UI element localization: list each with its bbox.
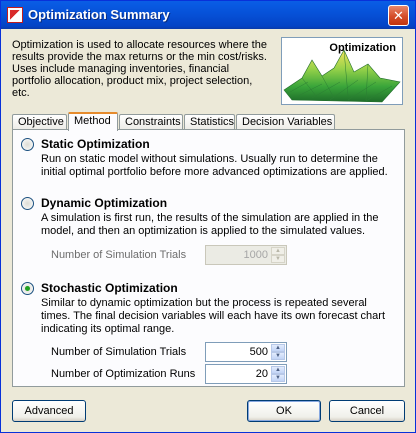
optimization-runs-down-icon[interactable]: ▼ xyxy=(271,374,285,382)
optimization-runs-label: Number of Optimization Runs xyxy=(51,368,196,380)
tab-statistics[interactable]: Statistics xyxy=(184,114,235,130)
optimization-runs-stepper[interactable]: 20 ▲ ▼ xyxy=(205,364,287,384)
dynamic-optimization-description: A simulation is first run, the results o… xyxy=(41,212,379,237)
optimization-preview-image: Optimization xyxy=(281,37,403,105)
stochastic-optimization-description: Similar to dynamic optimization but the … xyxy=(41,297,386,335)
title-bar[interactable]: Optimization Summary ✕ xyxy=(1,1,415,29)
method-tab-panel: Static Optimization Run on static model … xyxy=(12,129,405,387)
static-optimization-radio[interactable] xyxy=(21,138,34,151)
tab-constraints[interactable]: Constraints xyxy=(119,114,183,130)
static-optimization-description: Run on static model without simulations.… xyxy=(41,153,388,178)
stochastic-trials-stepper[interactable]: 500 ▲ ▼ xyxy=(205,342,287,362)
stochastic-trials-up-icon[interactable]: ▲ xyxy=(271,344,285,352)
intro-text: Optimization is used to allocate resourc… xyxy=(12,39,267,99)
dynamic-optimization-title[interactable]: Dynamic Optimization xyxy=(41,196,167,210)
stochastic-trials-label: Number of Simulation Trials xyxy=(51,346,187,358)
close-button[interactable]: ✕ xyxy=(388,5,409,26)
static-optimization-title[interactable]: Static Optimization xyxy=(41,137,150,151)
advanced-button[interactable]: Advanced xyxy=(12,400,86,422)
ok-button[interactable]: OK xyxy=(247,400,321,422)
stochastic-optimization-radio[interactable] xyxy=(21,282,34,295)
dynamic-trials-value: 1000 xyxy=(243,249,268,261)
dynamic-trials-stepper[interactable]: 1000 ▲ ▼ xyxy=(205,245,287,265)
tab-method[interactable]: Method xyxy=(68,112,118,131)
tab-objective[interactable]: Objective xyxy=(12,114,67,130)
optimization-summary-dialog: Optimization Summary ✕ Optimization is u… xyxy=(0,0,416,433)
tab-decision-variables[interactable]: Decision Variables xyxy=(236,114,335,130)
dynamic-trials-up-icon[interactable]: ▲ xyxy=(271,247,285,255)
dynamic-trials-label: Number of Simulation Trials xyxy=(51,249,187,261)
stochastic-trials-value: 500 xyxy=(249,346,268,358)
preview-label: Optimization xyxy=(329,42,396,54)
window-title: Optimization Summary xyxy=(28,7,170,22)
optimization-runs-value: 20 xyxy=(255,368,268,380)
optimization-runs-up-icon[interactable]: ▲ xyxy=(271,366,285,374)
cancel-button[interactable]: Cancel xyxy=(329,400,405,422)
stochastic-trials-down-icon[interactable]: ▼ xyxy=(271,352,285,360)
dynamic-optimization-radio[interactable] xyxy=(21,197,34,210)
app-logo-icon xyxy=(7,7,23,23)
stochastic-optimization-title[interactable]: Stochastic Optimization xyxy=(41,281,178,295)
dynamic-trials-down-icon[interactable]: ▼ xyxy=(271,255,285,263)
